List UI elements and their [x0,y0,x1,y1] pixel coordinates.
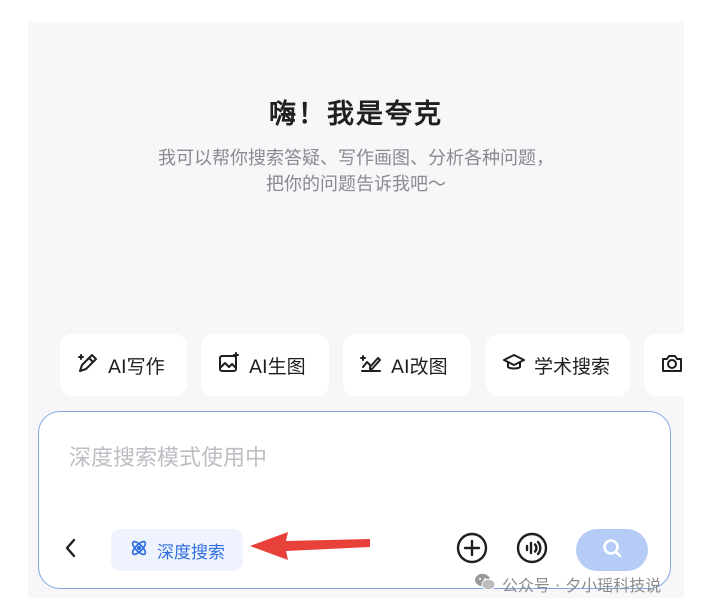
camera-icon [660,351,684,380]
deep-search-mode-button[interactable]: 深度搜索 [111,529,243,571]
voice-button[interactable] [515,532,549,568]
chevron-left-icon [63,537,77,563]
chip-ai-image-gen[interactable]: AI生图 [201,334,329,396]
voice-wave-icon [516,532,548,568]
watermark: 公众号 · 夕小瑶科技说 [474,571,661,597]
page-subtitle: 我可以帮你搜索答疑、写作画图、分析各种问题， 把你的问题告诉我吧～ [28,146,684,198]
graduation-cap-icon [502,351,526,380]
red-annotation-arrow [250,532,370,560]
back-button[interactable] [59,536,81,564]
chip-label: AI改图 [391,355,448,378]
pen-sparkle-icon [76,351,100,380]
page-title: 嗨！我是夸克 [269,99,443,130]
chip-label: AI写作 [108,355,165,378]
app-screen: 嗨！我是夸克 我可以帮你搜索答疑、写作画图、分析各种问题， 把你的问题告诉我吧～… [0,0,720,613]
edit-image-icon [359,351,383,380]
subtitle-line-1: 我可以帮你搜索答疑、写作画图、分析各种问题， [158,148,554,169]
image-sparkle-icon [217,351,241,380]
chip-academic-search[interactable]: 学术搜索 [486,334,630,396]
search-button[interactable] [576,529,648,571]
chip-camera[interactable] [644,334,720,396]
subtitle-line-2: 把你的问题告诉我吧～ [266,174,446,195]
chip-label: AI生图 [249,355,306,378]
mode-label: 深度搜索 [157,542,225,563]
wechat-icon [474,572,496,596]
query-input[interactable] [69,440,629,480]
search-icon [600,536,624,564]
atom-icon [129,538,149,563]
quick-action-chips: AI写作 AI生图 AI改图 学术搜索 [60,334,720,396]
chip-ai-writing[interactable]: AI写作 [60,334,187,396]
plus-circle-icon [456,532,488,568]
add-button[interactable] [455,532,489,568]
chip-label: 学术搜索 [534,355,611,378]
chip-ai-image-edit[interactable]: AI改图 [343,334,471,396]
watermark-text: 公众号 · 夕小瑶科技说 [502,576,662,595]
